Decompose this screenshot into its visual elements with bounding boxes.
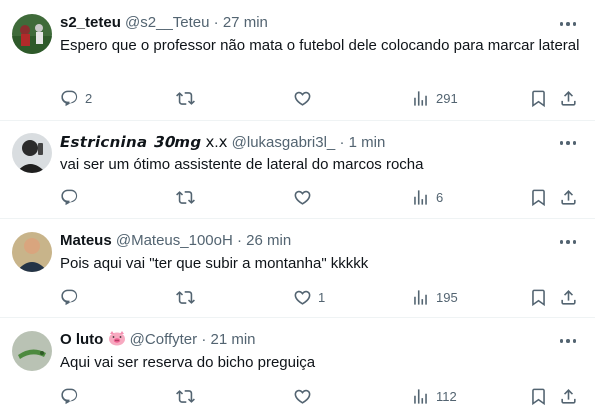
share-icon: [561, 289, 576, 305]
views-count: 6: [436, 189, 444, 205]
share-button[interactable]: [559, 386, 578, 406]
reply-icon: [61, 388, 78, 404]
retweet-icon: [176, 190, 195, 204]
bookmark-icon: [532, 388, 545, 405]
views-count: 112: [436, 388, 457, 404]
tweet-header: Mateus @Mateus_100oH · 26 min: [60, 231, 291, 251]
avatar[interactable]: [12, 133, 52, 173]
share-icon: [561, 90, 576, 106]
views-icon: [414, 189, 427, 205]
retweet-icon: [176, 389, 195, 403]
tweet-header: 𝙀𝙨𝙩𝙧𝙞𝙘𝙣𝙞𝙣𝙖 𝟯𝟬𝙢𝙜 ⅹ.ⅹ @lukasgabri3l_ · 1 m…: [60, 132, 385, 153]
heart-icon: [294, 389, 311, 404]
separator: ·: [213, 14, 219, 31]
pig-emoji-icon: [108, 330, 126, 352]
views-icon: [414, 90, 427, 106]
separator: ·: [339, 134, 345, 151]
handle[interactable]: @Coffyter: [130, 331, 197, 348]
tweet-text: Pois aqui vai "ter que subir a montanha"…: [60, 255, 369, 272]
tweet[interactable]: s2_teteu @s2__Teteu · 27 min Espero que …: [0, 0, 595, 121]
tweet-text: Espero que o professor não mata o futebo…: [60, 37, 580, 54]
tweet[interactable]: Mateus @Mateus_100oH · 26 min Pois aqui …: [0, 219, 595, 318]
views-button[interactable]: 6: [411, 187, 443, 207]
views-icon: [414, 289, 427, 305]
bookmark-button[interactable]: [529, 187, 548, 207]
separator: ·: [201, 331, 207, 348]
views-button[interactable]: 112: [411, 386, 457, 406]
timestamp[interactable]: 27 min: [223, 14, 268, 31]
bookmark-icon: [532, 189, 545, 206]
heart-icon: [294, 91, 311, 106]
bookmark-button[interactable]: [529, 287, 548, 307]
share-button[interactable]: [559, 187, 578, 207]
more-icon[interactable]: [553, 131, 583, 155]
bookmark-button[interactable]: [529, 386, 548, 406]
retweet-button[interactable]: [176, 187, 201, 207]
share-icon: [561, 189, 576, 205]
more-icon[interactable]: [553, 230, 583, 254]
share-button[interactable]: [559, 287, 578, 307]
display-name[interactable]: O luto: [60, 331, 103, 348]
views-icon: [414, 388, 427, 404]
display-name[interactable]: 𝙀𝙨𝙩𝙧𝙞𝙘𝙣𝙞𝙣𝙖 𝟯𝟬𝙢𝙜: [60, 133, 201, 151]
views-count: 291: [436, 90, 458, 106]
timestamp[interactable]: 21 min: [211, 331, 256, 348]
avatar[interactable]: [12, 331, 52, 371]
like-count: 1: [318, 289, 326, 305]
tweet-text: Aqui vai ser reserva do bicho preguiça: [60, 354, 316, 371]
bookmark-icon: [532, 90, 545, 107]
like-button[interactable]: [293, 187, 318, 207]
name-badge: ⅹ.ⅹ: [205, 134, 228, 151]
views-button[interactable]: 195: [411, 287, 458, 307]
reply-button[interactable]: [60, 386, 85, 406]
like-button[interactable]: 1: [293, 287, 325, 307]
tweet[interactable]: 𝙀𝙨𝙩𝙧𝙞𝙘𝙣𝙞𝙣𝙖 𝟯𝟬𝙢𝙜 ⅹ.ⅹ @lukasgabri3l_ · 1 m…: [0, 121, 595, 219]
tweet[interactable]: O luto @Coffyter · 21 min Aqui vai ser r…: [0, 318, 595, 416]
reply-icon: [61, 289, 78, 305]
more-icon[interactable]: [553, 329, 583, 353]
retweet-icon: [176, 290, 195, 304]
reply-count: 2: [85, 90, 93, 106]
retweet-button[interactable]: [176, 287, 201, 307]
reply-icon: [61, 189, 78, 205]
separator: ·: [237, 232, 242, 249]
reply-button[interactable]: [60, 187, 85, 207]
timestamp[interactable]: 1 min: [349, 134, 386, 151]
bookmark-button[interactable]: [529, 88, 548, 108]
heart-icon: [294, 190, 311, 205]
share-icon: [561, 388, 576, 404]
tweet-header: s2_teteu @s2__Teteu · 27 min: [60, 13, 268, 33]
timestamp[interactable]: 26 min: [246, 232, 291, 249]
retweet-icon: [176, 91, 195, 105]
avatar[interactable]: [12, 14, 52, 54]
reply-button[interactable]: [60, 287, 85, 307]
retweet-button[interactable]: [176, 88, 201, 108]
bookmark-icon: [532, 289, 545, 306]
retweet-button[interactable]: [176, 386, 201, 406]
views-count: 195: [436, 289, 458, 305]
like-button[interactable]: [293, 386, 318, 406]
views-button[interactable]: 291: [411, 88, 458, 108]
tweet-header: O luto @Coffyter · 21 min: [60, 330, 256, 352]
like-button[interactable]: [293, 88, 318, 108]
heart-icon: [294, 290, 311, 305]
share-button[interactable]: [559, 88, 578, 108]
avatar[interactable]: [12, 232, 52, 272]
reply-icon: [61, 90, 78, 106]
display-name[interactable]: Mateus: [60, 232, 112, 249]
more-icon[interactable]: [553, 12, 583, 36]
reply-button[interactable]: 2: [60, 88, 92, 108]
handle[interactable]: @lukasgabri3l_: [232, 134, 336, 151]
handle[interactable]: @Mateus_100oH: [116, 232, 233, 249]
tweet-text: vai ser um ótimo assistente de lateral d…: [60, 156, 424, 173]
handle[interactable]: @s2__Teteu: [125, 14, 209, 31]
display-name[interactable]: s2_teteu: [60, 14, 121, 31]
